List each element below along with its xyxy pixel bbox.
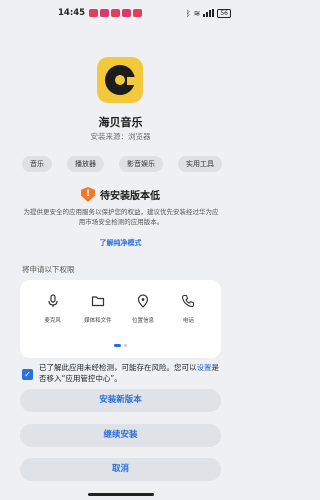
folder-icon (91, 296, 104, 307)
category-tag: 影音娱乐 (119, 156, 163, 172)
cancel-button[interactable]: 取消 (20, 458, 221, 481)
status-time: 14:45 (58, 8, 86, 18)
install-new-version-button[interactable]: 安装新版本 (20, 389, 221, 412)
category-tag: 音乐 (22, 156, 52, 172)
notification-icon (122, 9, 132, 17)
risk-acknowledgement: ✓ 已了解此应用未经检测，可能存在风险。您可以设置是否移入“应用管控中心”。 (22, 362, 222, 384)
permission-item-location: 位置信息 (123, 294, 163, 324)
permission-item-phone: 电话 (168, 294, 208, 324)
phone-icon (182, 294, 195, 308)
app-icon (97, 57, 143, 103)
page-indicator (20, 344, 221, 347)
home-indicator[interactable] (88, 493, 154, 496)
battery-icon: 56 (217, 8, 231, 18)
page-dot (124, 344, 127, 347)
settings-link[interactable]: 设置 (197, 363, 212, 372)
category-tags: 音乐 播放器 影音娱乐 实用工具 (22, 156, 222, 172)
permission-item-microphone: 麦克风 (33, 294, 73, 324)
microphone-icon (48, 294, 58, 307)
notification-icon (89, 9, 99, 17)
permission-item-media-files: 媒体和文件 (78, 294, 118, 324)
wifi-icon: ≋ (193, 8, 201, 18)
risk-text: 已了解此应用未经检测，可能存在风险。您可以设置是否移入“应用管控中心”。 (39, 363, 219, 383)
permission-label: 媒体和文件 (84, 318, 112, 324)
notification-icon (133, 9, 143, 17)
warning-header: ! 待安装版本低 (0, 187, 241, 202)
risk-checkbox[interactable]: ✓ (22, 369, 33, 380)
notification-icon (111, 9, 121, 17)
notification-icon (100, 9, 110, 17)
permission-label: 位置信息 (132, 318, 155, 324)
warning-description: 为提供更安全的应用服务以保护您的权益，建议优先安装经过华为应用市场安全检测的应用… (23, 208, 219, 226)
signal-icon (203, 9, 215, 17)
permission-label: 麦克风 (44, 318, 61, 324)
continue-install-button[interactable]: 继续安装 (20, 424, 221, 447)
location-pin-icon (138, 294, 149, 308)
pure-mode-link[interactable]: 了解纯净模式 (0, 238, 241, 248)
notification-icons (89, 9, 143, 17)
app-name: 海贝音乐 (98, 116, 143, 129)
status-indicators: ᛒ ≋ 56 (185, 8, 231, 18)
warning-title: 待安装版本低 (100, 191, 160, 202)
status-bar: 14:45 ᛒ ≋ 56 (0, 0, 241, 26)
permissions-card[interactable]: 麦克风 媒体和文件 位置信息 电话 (20, 280, 221, 358)
install-source: 安装来源：浏览器 (90, 132, 151, 141)
category-tag: 实用工具 (178, 156, 222, 172)
permissions-title: 将申请以下权限 (22, 265, 75, 274)
shield-exclamation-icon: ! (81, 187, 95, 202)
permission-label: 电话 (182, 318, 194, 324)
bluetooth-icon: ᛒ (185, 8, 191, 18)
category-tag: 播放器 (67, 156, 104, 172)
page-dot-active (114, 344, 121, 347)
